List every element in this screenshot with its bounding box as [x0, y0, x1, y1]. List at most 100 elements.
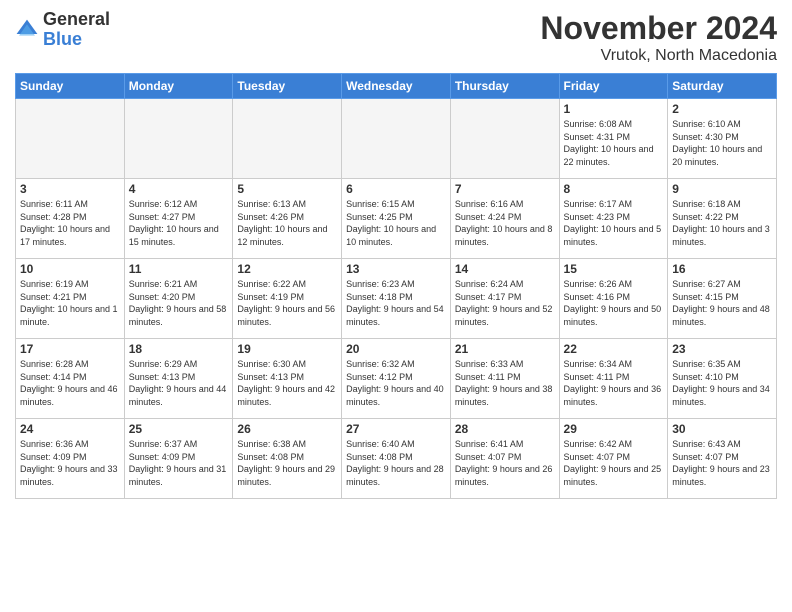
calendar-cell: 25 Sunrise: 6:37 AM Sunset: 4:09 PM Dayli… [124, 419, 233, 499]
calendar-cell: 11Sunrise: 6:21 AM Sunset: 4:20 PM Dayli… [124, 259, 233, 339]
day-number: 11 [129, 262, 229, 276]
calendar-cell: 19 Sunrise: 6:30 AM Sunset: 4:13 PM Dayli… [233, 339, 342, 419]
day-number: 9 [672, 182, 772, 196]
day-number: 30 [672, 422, 772, 436]
calendar-cell [124, 99, 233, 179]
day-number: 19 [237, 342, 337, 356]
day-number: 10 [20, 262, 120, 276]
calendar-cell: 26 Sunrise: 6:38 AM Sunset: 4:08 PM Dayli… [233, 419, 342, 499]
day-number: 12 [237, 262, 337, 276]
day-info: Sunrise: 6:28 AM Sunset: 4:14 PM Dayligh… [20, 358, 120, 408]
day-info: Sunrise: 6:38 AM Sunset: 4:08 PM Dayligh… [237, 438, 337, 488]
subtitle: Vrutok, North Macedonia [540, 47, 777, 65]
logo-icon [15, 18, 39, 42]
day-number: 25 [129, 422, 229, 436]
day-info: Sunrise: 6:41 AM Sunset: 4:07 PM Dayligh… [455, 438, 555, 488]
header-row: Sunday Monday Tuesday Wednesday Thursday… [16, 74, 777, 99]
calendar-week-0: 1Sunrise: 6:08 AM Sunset: 4:31 PM Daylig… [16, 99, 777, 179]
day-number: 4 [129, 182, 229, 196]
calendar-cell: 1Sunrise: 6:08 AM Sunset: 4:31 PM Daylig… [559, 99, 668, 179]
logo-general: General [43, 10, 110, 30]
day-info: Sunrise: 6:11 AM Sunset: 4:28 PM Dayligh… [20, 198, 120, 248]
col-thursday: Thursday [450, 74, 559, 99]
calendar-cell: 3 Sunrise: 6:11 AM Sunset: 4:28 PM Daylig… [16, 179, 125, 259]
day-info: Sunrise: 6:24 AM Sunset: 4:17 PM Dayligh… [455, 278, 555, 328]
col-friday: Friday [559, 74, 668, 99]
calendar-cell: 20 Sunrise: 6:32 AM Sunset: 4:12 PM Dayli… [342, 339, 451, 419]
day-info: Sunrise: 6:10 AM Sunset: 4:30 PM Dayligh… [672, 118, 772, 168]
logo: General Blue [15, 10, 110, 50]
day-info: Sunrise: 6:18 AM Sunset: 4:22 PM Dayligh… [672, 198, 772, 248]
day-info: Sunrise: 6:29 AM Sunset: 4:13 PM Dayligh… [129, 358, 229, 408]
calendar-cell [450, 99, 559, 179]
day-info: Sunrise: 6:13 AM Sunset: 4:26 PM Dayligh… [237, 198, 337, 248]
calendar-cell: 16 Sunrise: 6:27 AM Sunset: 4:15 PM Dayli… [668, 259, 777, 339]
col-tuesday: Tuesday [233, 74, 342, 99]
title-area: November 2024 Vrutok, North Macedonia [540, 10, 777, 65]
day-number: 17 [20, 342, 120, 356]
calendar-cell: 23Sunrise: 6:35 AM Sunset: 4:10 PM Dayli… [668, 339, 777, 419]
day-info: Sunrise: 6:35 AM Sunset: 4:10 PM Dayligh… [672, 358, 772, 408]
calendar-cell: 27Sunrise: 6:40 AM Sunset: 4:08 PM Dayli… [342, 419, 451, 499]
calendar-cell: 29Sunrise: 6:42 AM Sunset: 4:07 PM Dayli… [559, 419, 668, 499]
day-number: 24 [20, 422, 120, 436]
day-number: 29 [564, 422, 664, 436]
calendar-cell: 14 Sunrise: 6:24 AM Sunset: 4:17 PM Dayli… [450, 259, 559, 339]
calendar-week-4: 24 Sunrise: 6:36 AM Sunset: 4:09 PM Dayli… [16, 419, 777, 499]
calendar-cell: 17 Sunrise: 6:28 AM Sunset: 4:14 PM Dayli… [16, 339, 125, 419]
day-info: Sunrise: 6:32 AM Sunset: 4:12 PM Dayligh… [346, 358, 446, 408]
day-number: 1 [564, 102, 664, 116]
day-info: Sunrise: 6:40 AM Sunset: 4:08 PM Dayligh… [346, 438, 446, 488]
col-monday: Monday [124, 74, 233, 99]
calendar-week-3: 17 Sunrise: 6:28 AM Sunset: 4:14 PM Dayli… [16, 339, 777, 419]
day-info: Sunrise: 6:33 AM Sunset: 4:11 PM Dayligh… [455, 358, 555, 408]
day-number: 7 [455, 182, 555, 196]
day-info: Sunrise: 6:34 AM Sunset: 4:11 PM Dayligh… [564, 358, 664, 408]
col-sunday: Sunday [16, 74, 125, 99]
day-number: 18 [129, 342, 229, 356]
calendar-week-2: 10 Sunrise: 6:19 AM Sunset: 4:21 PM Dayli… [16, 259, 777, 339]
calendar-cell [342, 99, 451, 179]
calendar: Sunday Monday Tuesday Wednesday Thursday… [15, 73, 777, 499]
calendar-cell: 24 Sunrise: 6:36 AM Sunset: 4:09 PM Dayli… [16, 419, 125, 499]
col-saturday: Saturday [668, 74, 777, 99]
calendar-cell: 7 Sunrise: 6:16 AM Sunset: 4:24 PM Daylig… [450, 179, 559, 259]
day-number: 2 [672, 102, 772, 116]
day-info: Sunrise: 6:12 AM Sunset: 4:27 PM Dayligh… [129, 198, 229, 248]
calendar-cell: 2 Sunrise: 6:10 AM Sunset: 4:30 PM Daylig… [668, 99, 777, 179]
calendar-cell: 28Sunrise: 6:41 AM Sunset: 4:07 PM Dayli… [450, 419, 559, 499]
day-info: Sunrise: 6:16 AM Sunset: 4:24 PM Dayligh… [455, 198, 555, 248]
day-info: Sunrise: 6:27 AM Sunset: 4:15 PM Dayligh… [672, 278, 772, 328]
calendar-cell [233, 99, 342, 179]
day-info: Sunrise: 6:37 AM Sunset: 4:09 PM Dayligh… [129, 438, 229, 488]
logo-blue: Blue [43, 30, 110, 50]
calendar-cell: 22Sunrise: 6:34 AM Sunset: 4:11 PM Dayli… [559, 339, 668, 419]
day-number: 6 [346, 182, 446, 196]
day-number: 21 [455, 342, 555, 356]
col-wednesday: Wednesday [342, 74, 451, 99]
header: General Blue November 2024 Vrutok, North… [15, 10, 777, 65]
day-number: 3 [20, 182, 120, 196]
calendar-cell: 18 Sunrise: 6:29 AM Sunset: 4:13 PM Dayli… [124, 339, 233, 419]
day-info: Sunrise: 6:26 AM Sunset: 4:16 PM Dayligh… [564, 278, 664, 328]
day-number: 13 [346, 262, 446, 276]
page: General Blue November 2024 Vrutok, North… [0, 0, 792, 612]
day-number: 26 [237, 422, 337, 436]
calendar-cell: 30 Sunrise: 6:43 AM Sunset: 4:07 PM Dayli… [668, 419, 777, 499]
day-number: 16 [672, 262, 772, 276]
day-info: Sunrise: 6:23 AM Sunset: 4:18 PM Dayligh… [346, 278, 446, 328]
day-info: Sunrise: 6:22 AM Sunset: 4:19 PM Dayligh… [237, 278, 337, 328]
calendar-cell: 15Sunrise: 6:26 AM Sunset: 4:16 PM Dayli… [559, 259, 668, 339]
day-number: 20 [346, 342, 446, 356]
month-title: November 2024 [540, 10, 777, 47]
day-number: 14 [455, 262, 555, 276]
day-info: Sunrise: 6:36 AM Sunset: 4:09 PM Dayligh… [20, 438, 120, 488]
calendar-cell: 5Sunrise: 6:13 AM Sunset: 4:26 PM Daylig… [233, 179, 342, 259]
day-info: Sunrise: 6:17 AM Sunset: 4:23 PM Dayligh… [564, 198, 664, 248]
day-info: Sunrise: 6:19 AM Sunset: 4:21 PM Dayligh… [20, 278, 120, 328]
calendar-cell: 13 Sunrise: 6:23 AM Sunset: 4:18 PM Dayli… [342, 259, 451, 339]
day-info: Sunrise: 6:43 AM Sunset: 4:07 PM Dayligh… [672, 438, 772, 488]
calendar-cell: 21 Sunrise: 6:33 AM Sunset: 4:11 PM Dayli… [450, 339, 559, 419]
day-number: 8 [564, 182, 664, 196]
day-info: Sunrise: 6:30 AM Sunset: 4:13 PM Dayligh… [237, 358, 337, 408]
